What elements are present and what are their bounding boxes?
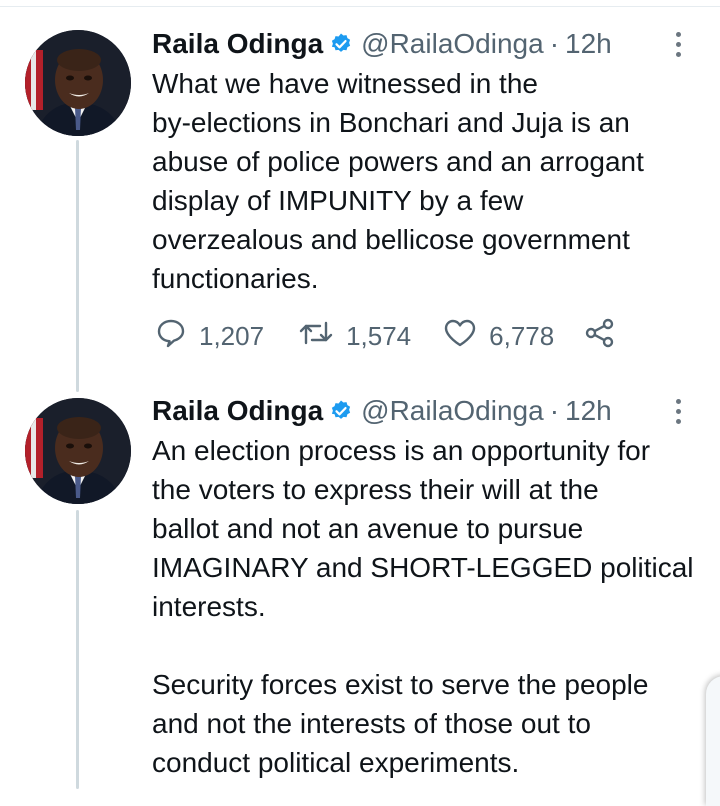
avatar[interactable] xyxy=(25,30,131,136)
retweet-count: 1,574 xyxy=(346,320,412,351)
tweet-header: Raila Odinga @RailaOdinga · 12h xyxy=(152,391,612,431)
reply-count: 1,207 xyxy=(199,320,265,351)
thread-connector-line xyxy=(76,140,79,392)
tweet-timestamp[interactable]: 12h xyxy=(565,28,612,60)
reply-button[interactable]: 1,207 xyxy=(155,317,264,356)
tweet-timestamp[interactable]: 12h xyxy=(565,395,612,427)
tweet-text: What we have witnessed in the by-electio… xyxy=(152,68,644,294)
avatar[interactable] xyxy=(25,398,131,504)
share-button[interactable] xyxy=(584,317,616,356)
author-handle[interactable]: @RailaOdinga xyxy=(361,28,544,60)
reply-icon xyxy=(155,317,187,356)
top-divider xyxy=(0,6,720,7)
thread-connector-line xyxy=(76,510,79,789)
tweet-header: Raila Odinga @RailaOdinga · 12h xyxy=(152,24,612,64)
retweet-icon xyxy=(298,317,334,356)
author-name[interactable]: Raila Odinga xyxy=(152,28,323,60)
verified-badge-icon xyxy=(329,399,353,423)
heart-icon xyxy=(443,317,477,356)
verified-badge-icon xyxy=(329,32,353,56)
author-name[interactable]: Raila Odinga xyxy=(152,395,323,427)
retweet-button[interactable]: 1,574 xyxy=(298,317,411,356)
author-handle[interactable]: @RailaOdinga xyxy=(361,395,544,427)
tweet-text: An election process is an opportunity fo… xyxy=(152,435,694,778)
tweet-actions: 1,207 1,574 6,778 xyxy=(155,315,616,357)
share-icon xyxy=(584,317,616,356)
separator-dot: · xyxy=(549,28,560,59)
more-vertical-icon[interactable] xyxy=(670,24,686,64)
like-button[interactable]: 6,778 xyxy=(443,317,554,356)
floating-card-edge xyxy=(706,676,720,806)
like-count: 6,778 xyxy=(489,320,555,351)
more-vertical-icon[interactable] xyxy=(670,391,686,431)
separator-dot: · xyxy=(549,395,560,426)
